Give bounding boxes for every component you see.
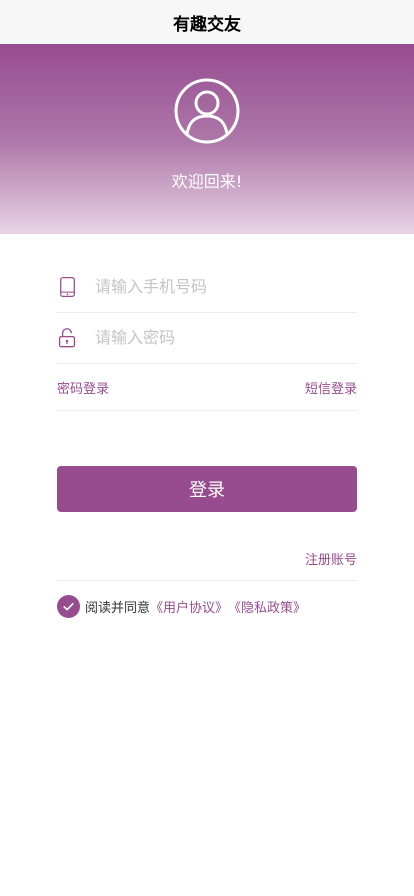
login-button[interactable]: 登录	[57, 466, 357, 512]
user-agreement-link[interactable]: 《用户协议》	[150, 597, 228, 616]
nav-bar: 有趣交友	[0, 0, 414, 44]
phone-icon	[57, 275, 77, 299]
phone-field-row	[57, 261, 357, 313]
register-row: 注册账号	[57, 536, 357, 581]
privacy-policy-link[interactable]: 《隐私政策》	[228, 597, 306, 616]
agreement-checkbox[interactable]	[57, 594, 80, 618]
phone-input[interactable]	[95, 277, 345, 296]
welcome-text: 欢迎回来!	[171, 172, 243, 191]
user-avatar-icon	[174, 78, 240, 144]
login-mode-row: 密码登录 短信登录	[57, 364, 357, 411]
page-title: 有趣交友	[173, 14, 241, 35]
lock-icon	[57, 326, 77, 350]
password-login-link[interactable]: 密码登录	[57, 378, 109, 397]
password-input[interactable]	[95, 328, 345, 347]
register-link[interactable]: 注册账号	[305, 549, 357, 568]
sms-login-link[interactable]: 短信登录	[305, 378, 357, 397]
password-field-row	[57, 312, 357, 364]
check-icon	[63, 602, 74, 610]
agreement-row: 阅读并同意 《用户协议》 《隐私政策》	[57, 594, 357, 618]
agreement-prefix: 阅读并同意	[85, 600, 151, 616]
header-banner: 欢迎回来!	[0, 44, 414, 234]
